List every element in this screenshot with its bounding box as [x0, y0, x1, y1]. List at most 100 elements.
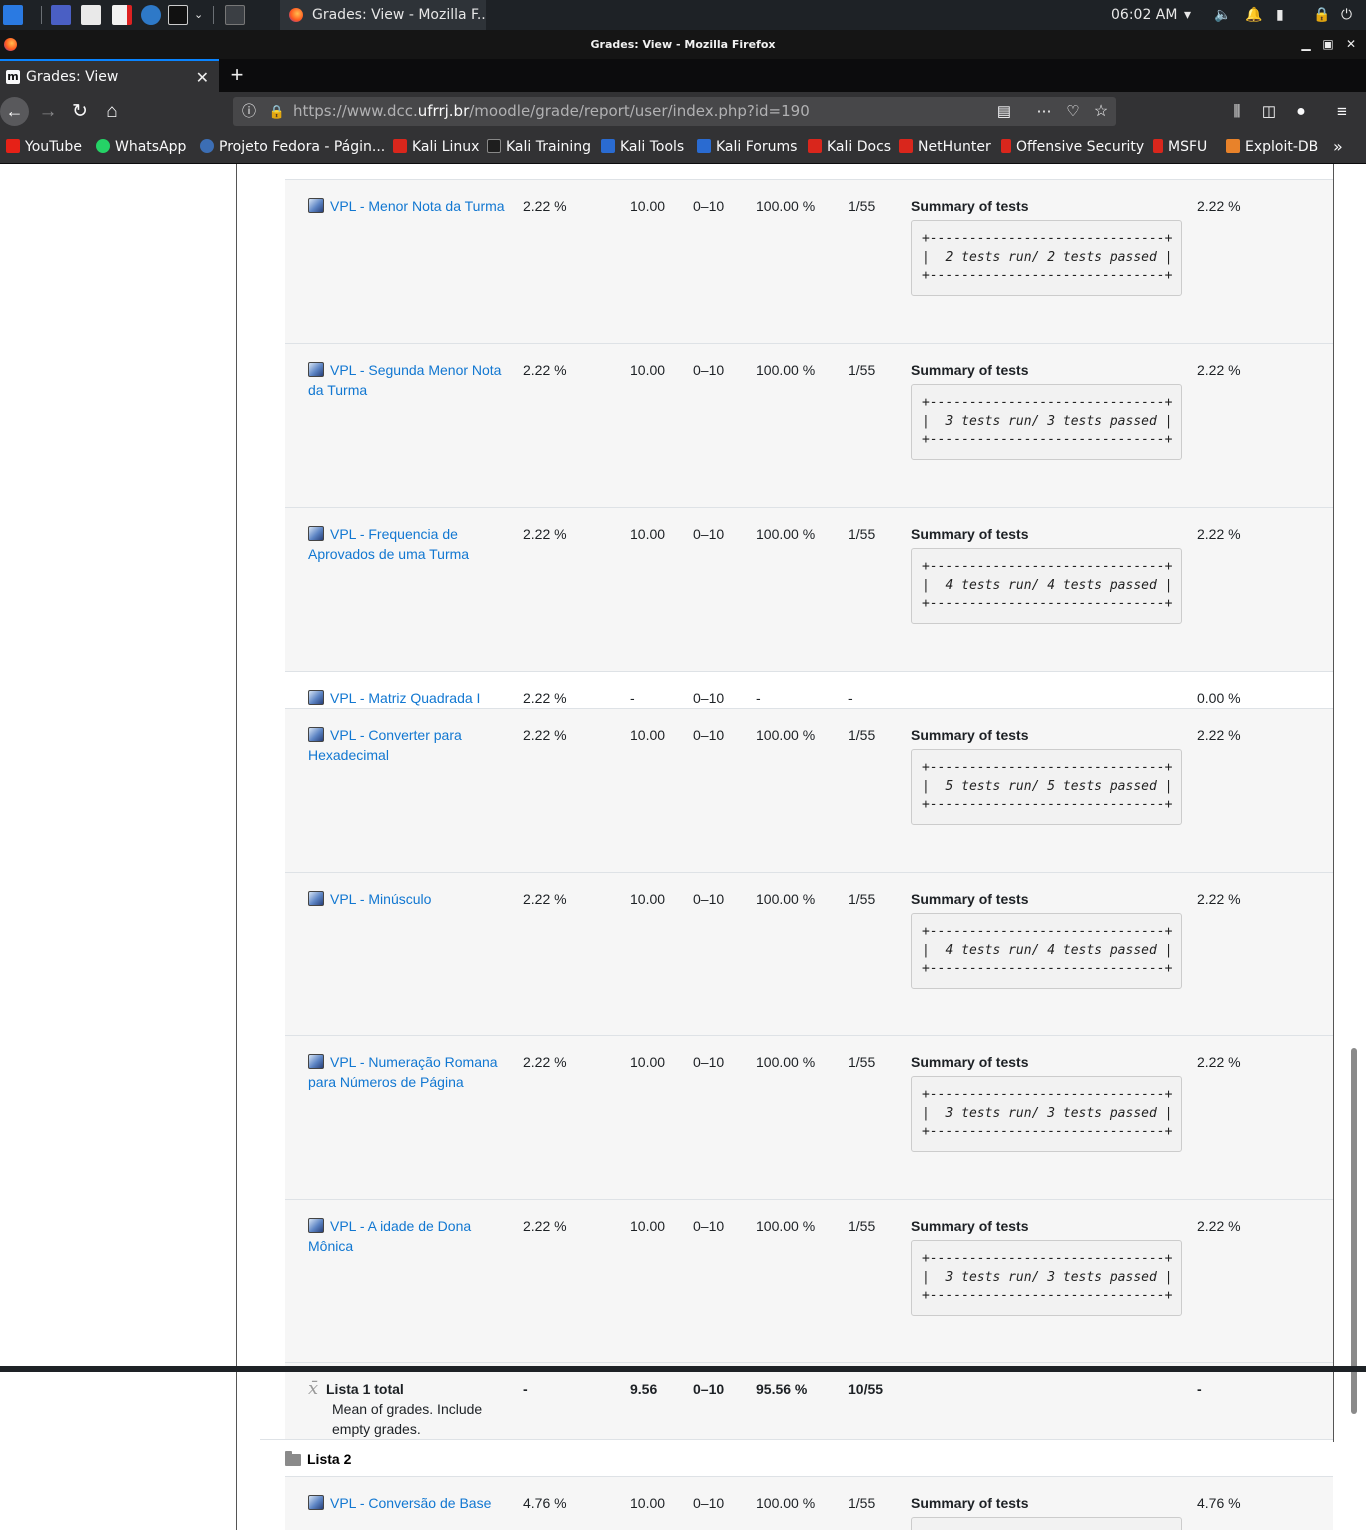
home-button[interactable]: ⌂	[98, 92, 126, 131]
range-cell: 0–10	[693, 727, 725, 743]
grade-row: VPL - A idade de Dona Mônica 2.22 % 10.0…	[285, 1199, 1333, 1363]
battery-icon[interactable]: ▮	[1276, 0, 1284, 30]
rank-cell: 1/55	[848, 1495, 876, 1511]
page-actions-icon[interactable]: ⋯	[1030, 97, 1058, 126]
percentage-cell: 100.00 %	[756, 1218, 816, 1234]
percentage-cell: 100.00 %	[756, 526, 816, 542]
pocket-icon[interactable]: ♡	[1059, 97, 1087, 126]
total-label-cell: x̄ Lista 1 total Mean of grades. Include …	[308, 1379, 508, 1439]
bookmark-kali-training[interactable]: Kali Training	[487, 131, 591, 163]
bookmark-kali-docs[interactable]: Kali Docs	[808, 131, 891, 163]
reader-view-icon[interactable]: ▤	[990, 97, 1018, 126]
grade-item-link[interactable]: VPL - Converter para Hexadecimal	[308, 725, 512, 765]
terminal-dropdown-icon[interactable]: ⌄	[194, 0, 203, 30]
category-row: Lista 2	[260, 1439, 1333, 1476]
power-icon[interactable]: ⏻	[1341, 0, 1352, 30]
grade-cell: -	[630, 690, 635, 706]
bookmark-star-icon[interactable]: ☆	[1087, 97, 1115, 126]
kali-menu-icon[interactable]	[3, 5, 23, 25]
grade-item-link[interactable]: VPL - Minúsculo	[308, 889, 512, 909]
grade-item-link[interactable]: VPL - A idade de Dona Mônica	[308, 1216, 512, 1256]
page-content: VPL - Menor Nota da Turma 2.22 % 10.00 0…	[0, 164, 1366, 1530]
grade-item-link[interactable]: VPL - Segunda Menor Nota da Turma	[308, 360, 512, 400]
rank-cell: 1/55	[848, 1218, 876, 1234]
feedback-cell: Summary of tests +----------------------…	[911, 196, 1182, 296]
bookmark-youtube[interactable]: YouTube	[6, 131, 82, 163]
total-label: Lista 1 total	[326, 1381, 404, 1397]
bookmark-exploit-db[interactable]: Exploit-DB	[1226, 131, 1318, 163]
back-button[interactable]: ←	[0, 97, 29, 126]
sidebar-icon[interactable]: ◫	[1255, 92, 1283, 131]
bookmark-offensive-security[interactable]: Offensive Security	[1001, 131, 1144, 163]
site-info-icon[interactable]: ⓘ	[235, 97, 263, 126]
bookmark-msfu[interactable]: MSFU	[1153, 131, 1207, 163]
grade-item-link[interactable]: VPL - Numeração Romana para Números de P…	[308, 1052, 512, 1092]
bookmark-kali-linux[interactable]: Kali Linux	[393, 131, 479, 163]
library-icon[interactable]: ⫼	[1223, 92, 1251, 131]
maximize-icon[interactable]: ▣	[1320, 30, 1336, 59]
contribution-cell: 2.22 %	[1197, 362, 1241, 378]
forward-button[interactable]: →	[34, 92, 62, 131]
clock[interactable]: 06:02 AM	[1111, 0, 1177, 30]
vpl-icon	[308, 891, 324, 906]
feedback-cell: Summary of tests +----------------------…	[911, 524, 1182, 624]
account-icon[interactable]: ●	[1287, 92, 1315, 131]
grade-item-link[interactable]: VPL - Conversão de Base	[308, 1493, 512, 1513]
close-window-icon[interactable]: ✕	[1343, 30, 1359, 59]
test-summary-box: +------------------------------+ | 3 tes…	[911, 384, 1182, 460]
reload-button[interactable]: ↻	[66, 92, 94, 131]
rank-cell: 1/55	[848, 526, 876, 542]
region-divider	[236, 164, 237, 1530]
file-manager-icon[interactable]	[81, 5, 101, 25]
weight-cell: 2.22 %	[523, 727, 567, 743]
grade-item-link[interactable]: VPL - Frequencia de Aprovados de uma Tur…	[308, 524, 512, 564]
bookmarks-overflow-icon[interactable]: »	[1333, 131, 1343, 163]
category-total-row: x̄ Lista 1 total Mean of grades. Include …	[285, 1362, 1333, 1439]
lock-icon[interactable]: 🔒	[1313, 0, 1330, 30]
show-desktop-icon[interactable]	[51, 5, 71, 25]
bookmark-kali-forums[interactable]: Kali Forums	[697, 131, 797, 163]
minimize-icon[interactable]: ▁	[1298, 30, 1314, 59]
feedback-title: Summary of tests	[911, 198, 1029, 214]
test-summary-box: +------------------------------+ | 4 tes…	[911, 548, 1182, 624]
page-scrollbar[interactable]	[1351, 1048, 1357, 1414]
terminal-icon[interactable]	[168, 5, 188, 25]
web-browser-icon[interactable]	[141, 5, 161, 25]
percentage-cell: 100.00 %	[756, 1054, 816, 1070]
url-bar[interactable]: ⓘ 🔒 https://www.dcc.ufrrj.br/moodle/grad…	[233, 97, 1116, 126]
table-border	[1333, 164, 1334, 1442]
text-editor-icon[interactable]	[112, 5, 132, 25]
grade-cell: 10.00	[630, 727, 666, 743]
contribution-cell: 2.22 %	[1197, 198, 1241, 214]
range-cell: 0–10	[693, 1218, 725, 1234]
bookmark-nethunter[interactable]: NetHunter	[899, 131, 991, 163]
url-text[interactable]: https://www.dcc.ufrrj.br/moodle/grade/re…	[293, 97, 810, 126]
kali-forums-icon	[697, 139, 711, 153]
test-summary-box: +------------------------------+ | 4 tes…	[911, 913, 1182, 989]
volume-icon[interactable]: 🔈	[1214, 0, 1231, 30]
bookmark-kali-tools[interactable]: Kali Tools	[601, 131, 684, 163]
taskbar-window-button[interactable]: Grades: View - Mozilla F...	[280, 0, 486, 30]
bookmark-fedora[interactable]: Projeto Fedora - Págin...	[200, 131, 385, 163]
firefox-icon	[289, 8, 303, 22]
range-cell: 0–10	[693, 198, 725, 214]
grade-row: VPL - Minúsculo 2.22 % 10.00 0–10 100.00…	[285, 872, 1333, 1036]
firefox-launcher-icon[interactable]	[225, 5, 245, 25]
notification-bell-icon[interactable]: 🔔	[1245, 0, 1262, 30]
new-tab-button[interactable]: +	[226, 59, 248, 90]
percentage-cell: 100.00 %	[756, 362, 816, 378]
grade-cell: 10.00	[630, 1495, 666, 1511]
percentage-cell: 100.00 %	[756, 198, 816, 214]
close-tab-icon[interactable]: ✕	[196, 61, 209, 94]
tab-grades-view[interactable]: m Grades: View ✕	[0, 59, 219, 92]
bookmark-whatsapp[interactable]: WhatsApp	[96, 131, 186, 163]
contribution-cell: -	[1197, 1381, 1202, 1397]
menu-icon[interactable]: ≡	[1328, 92, 1356, 131]
feedback-title: Summary of tests	[911, 362, 1029, 378]
wifi-icon[interactable]: ▾	[1184, 0, 1191, 30]
grade-item-link[interactable]: VPL - Matriz Quadrada I	[308, 688, 512, 708]
rank-cell: 1/55	[848, 727, 876, 743]
weight-cell: 4.76 %	[523, 1495, 567, 1511]
feedback-title: Summary of tests	[911, 1054, 1029, 1070]
grade-item-link[interactable]: VPL - Menor Nota da Turma	[308, 196, 512, 216]
